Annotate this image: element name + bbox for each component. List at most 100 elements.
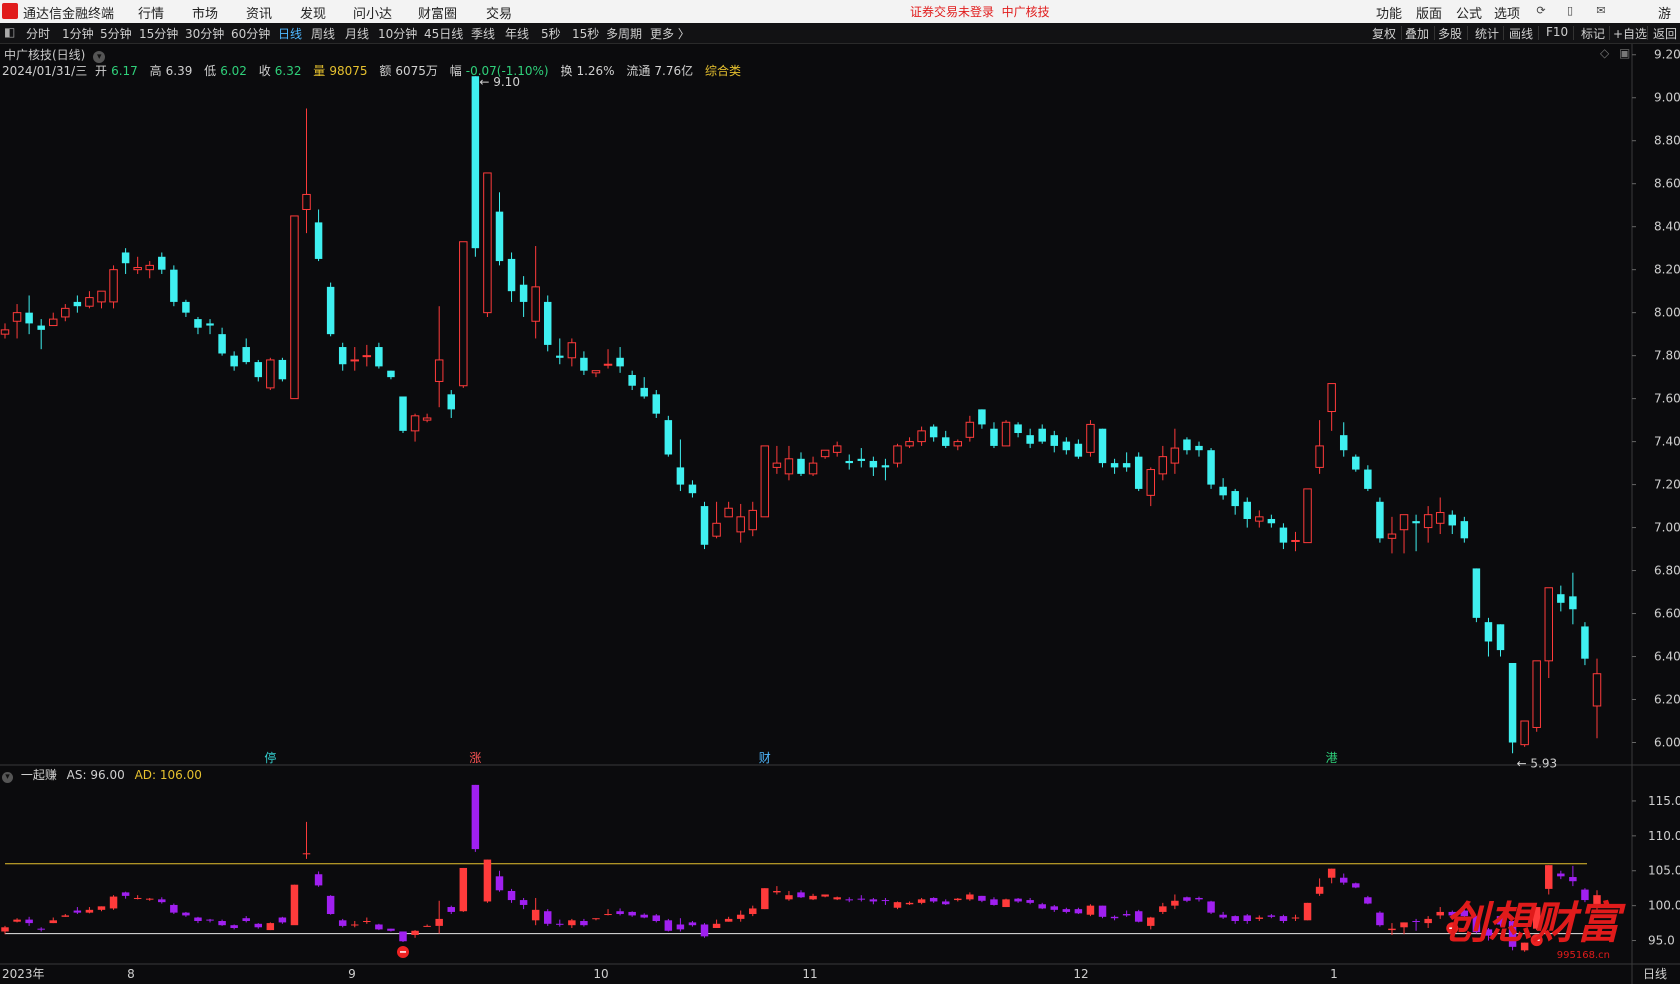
candle-body-up: [1086, 423, 1095, 453]
candle-body-down: [1050, 435, 1059, 446]
indicator-bar-down: [580, 921, 588, 926]
candle-body-down: [194, 319, 202, 328]
candle-body-up: [1146, 469, 1155, 496]
candle-body-down: [664, 420, 673, 455]
indicator-as-label: AS:: [66, 768, 87, 782]
candle-body-up: [266, 359, 275, 389]
indicator-bar-down: [242, 918, 250, 922]
price-axis-label: 7.80: [1654, 349, 1680, 363]
candle-body-down: [1352, 456, 1360, 470]
candle-body-up: [567, 342, 577, 359]
quote-high: 高 6.39: [149, 64, 193, 78]
candle-body-down: [676, 467, 685, 485]
price-axis-label: 7.60: [1654, 392, 1680, 406]
candle-body-down: [640, 387, 648, 397]
candle-body-up: [1303, 488, 1312, 544]
indicator-ad-label: AD:: [134, 768, 157, 782]
indicator-bar-up: [1255, 917, 1264, 919]
candle-body-down: [990, 428, 998, 446]
indicator-bar-up: [966, 894, 974, 900]
candle-body-down: [1219, 486, 1227, 496]
candle-body-down: [1231, 491, 1239, 507]
quote-low: 低 6.02: [204, 64, 247, 78]
candle-body-up: [784, 458, 794, 475]
indicator-bar-up: [954, 898, 962, 901]
quote-close: 收 6.32: [258, 64, 302, 78]
window-icon[interactable]: ▣: [1619, 46, 1630, 60]
candle-body-down: [471, 76, 480, 249]
candle-body-up: [1170, 447, 1180, 464]
indicator-bar-up: [531, 909, 540, 921]
price-axis-label: 8.60: [1654, 177, 1680, 191]
candle-body-down: [1279, 527, 1288, 543]
indicator-bar-up: [459, 867, 468, 912]
candle-body-down: [1026, 435, 1034, 444]
candle-body-up: [1592, 673, 1602, 707]
candle-body-up: [97, 290, 106, 303]
candle-body-down: [375, 347, 383, 367]
indicator-bar-down: [1231, 916, 1239, 922]
indicator-title: ▾ 一起赚 AS: 96.00 AD: 106.00: [2, 766, 202, 783]
candle-body-up: [965, 421, 975, 438]
indicator-bar-down: [375, 924, 383, 930]
quote-info-row: 2024/01/31/三 开 6.17 高 6.39 低 6.02 收 6.32 量 98…: [2, 62, 745, 79]
candle-body-down: [73, 301, 82, 307]
indicator-bar-up: [821, 894, 829, 897]
indicator-bar-up: [1086, 905, 1095, 915]
indicator-bar-up: [1315, 886, 1324, 894]
price-axis-label: 7.40: [1654, 435, 1680, 449]
quote-category[interactable]: 综合类: [705, 64, 741, 78]
candle-body-down: [1110, 463, 1119, 468]
indicator-bar-down: [941, 901, 950, 905]
indicator-bar-down: [399, 931, 407, 942]
indicator-bar-down: [1569, 877, 1577, 882]
indicator-bar-down: [25, 919, 33, 924]
indicator-bar-down: [664, 920, 673, 931]
indicator-bar-down: [121, 892, 130, 896]
indicator-bar-down: [218, 921, 226, 926]
chart-title-text: 中广核技(日线): [4, 48, 86, 62]
kline-chart[interactable]: 9.20 9.00 8.80 8.60 8.40 8.20 8.00 7.80 7.60 7.40…: [0, 0, 1680, 984]
candle-body-up: [1291, 539, 1300, 542]
candle-body-up: [724, 507, 733, 518]
candle-body-down: [37, 325, 45, 330]
indicator-bar-down: [1050, 906, 1059, 910]
indicator-bar-up: [917, 899, 926, 903]
price-axis-label: 6.60: [1654, 607, 1680, 621]
indicator-axis-label: 95.0: [1648, 934, 1675, 948]
indicator-bar-up: [351, 924, 359, 926]
candle-body-up: [362, 355, 372, 358]
candle-body-up: [905, 441, 914, 447]
candle-body-down: [1183, 439, 1191, 451]
candle-body-up: [820, 449, 830, 458]
indicator-bar-down: [338, 920, 347, 926]
candle-body-up: [434, 359, 444, 382]
chevron-down-icon[interactable]: ▾: [2, 772, 13, 783]
candle-body-down: [652, 394, 661, 414]
indicator-bar-down: [1279, 916, 1288, 922]
candle-body-up: [772, 462, 782, 468]
indicator-bar-up: [1436, 911, 1444, 916]
candle-body-up: [748, 509, 757, 531]
indicator-bar-up: [13, 919, 21, 922]
event-marker-1: 涨: [469, 750, 481, 765]
indicator-bar-up: [290, 884, 299, 926]
indicator-bar-down: [1062, 909, 1071, 912]
candle-body-down: [25, 312, 33, 324]
indicator-bar-down: [869, 899, 878, 902]
time-axis-label: 2023年: [2, 967, 45, 981]
indicator-name: 一起赚: [20, 768, 57, 782]
indicator-axis-label: 100.0: [1648, 899, 1680, 913]
candle-body-up: [591, 370, 601, 374]
low-marker-label: ← 5.93: [1517, 756, 1558, 770]
diamond-icon[interactable]: ◇: [1600, 46, 1609, 60]
candle-body-up: [1532, 660, 1541, 728]
quote-date: 2024/01/31/三: [2, 64, 88, 78]
indicator-bar-up: [1002, 899, 1010, 908]
event-marker-0: 停: [264, 750, 276, 765]
candle-body-down: [1098, 428, 1107, 464]
candle-body-up: [736, 516, 745, 533]
indicator-bar-down: [1243, 915, 1251, 922]
candle-body-up: [917, 430, 926, 443]
candle-body-down: [616, 357, 624, 367]
